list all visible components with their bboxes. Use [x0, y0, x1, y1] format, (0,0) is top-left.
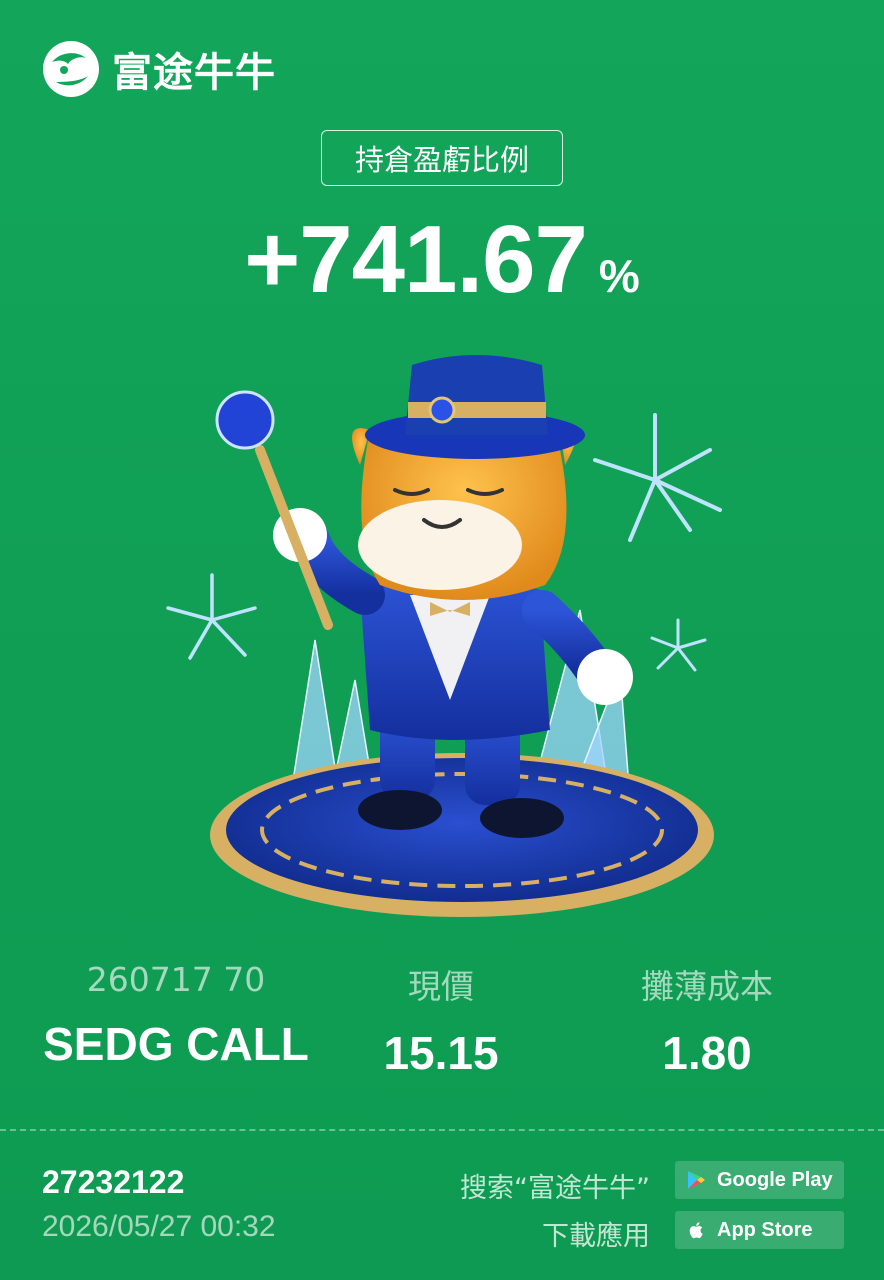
position-stats: 260717 70 SEDG CALL 現價 15.15 攤薄成本 1.80: [0, 960, 884, 1080]
firework-small: [650, 618, 707, 672]
profit-percentage: +741.67%: [0, 205, 884, 315]
dashed-divider: [0, 1129, 884, 1131]
contract-name: SEDG CALL: [43, 1018, 309, 1070]
firework-left: [166, 573, 257, 660]
contract-expiry-strike: 260717 70: [86, 960, 266, 999]
profit-unit: %: [598, 250, 640, 302]
download-hint: 下載應用: [542, 1221, 650, 1252]
futu-logo-icon: [43, 41, 99, 97]
share-timestamp: 2026/05/27 00:32: [42, 1210, 276, 1243]
app-store-label: App Store: [717, 1218, 813, 1241]
profit-value: +741.67: [244, 206, 588, 313]
search-hint: 搜索“富途牛牛”: [460, 1173, 650, 1204]
google-play-label: Google Play: [717, 1168, 833, 1191]
google-play-icon: [688, 1171, 705, 1189]
metric-label: 持倉盈虧比例: [321, 130, 563, 186]
price-column: 現價 15.15: [360, 960, 522, 1080]
mascot-illustration: [150, 340, 750, 930]
app-store-button[interactable]: App Store: [675, 1211, 844, 1249]
firework-right: [593, 413, 722, 542]
google-play-button[interactable]: Google Play: [675, 1161, 844, 1199]
current-price-value: 15.15: [383, 1027, 499, 1079]
diluted-cost-label: 攤薄成本: [641, 967, 773, 1006]
brand-logo: 富途牛牛: [42, 40, 276, 98]
brand-name: 富途牛牛: [112, 50, 276, 96]
contract-column: 260717 70 SEDG CALL: [34, 960, 318, 1071]
current-price-label: 現價: [408, 967, 474, 1006]
cost-column: 攤薄成本 1.80: [600, 960, 814, 1080]
apple-icon: [689, 1222, 703, 1239]
user-id: 27232122: [42, 1164, 185, 1200]
diluted-cost-value: 1.80: [662, 1027, 752, 1079]
